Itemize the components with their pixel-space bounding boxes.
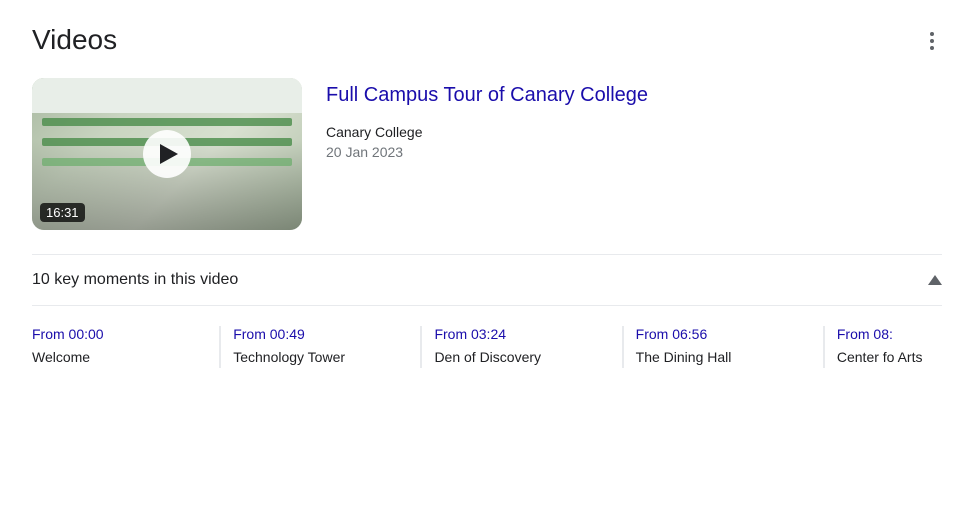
chevron-up-icon bbox=[928, 275, 942, 285]
moment-label: Den of Discovery bbox=[434, 348, 609, 368]
play-button[interactable] bbox=[143, 130, 191, 178]
moment-item-partial: From 08: Center fo Arts bbox=[823, 326, 942, 368]
moment-item: From 03:24 Den of Discovery bbox=[420, 326, 621, 368]
moment-time[interactable]: From 00:00 bbox=[32, 326, 207, 342]
video-channel: Canary College bbox=[326, 124, 942, 140]
moment-time[interactable]: From 03:24 bbox=[434, 326, 609, 342]
video-duration: 16:31 bbox=[40, 203, 85, 222]
video-title-link[interactable]: Full Campus Tour of Canary College bbox=[326, 82, 942, 108]
video-thumbnail[interactable]: 16:31 bbox=[32, 78, 302, 230]
videos-header: Videos bbox=[32, 24, 942, 58]
more-options-button[interactable] bbox=[922, 24, 942, 58]
moment-item: From 06:56 The Dining Hall bbox=[622, 326, 823, 368]
moment-item: From 00:49 Technology Tower bbox=[219, 326, 420, 368]
moment-item: From 00:00 Welcome bbox=[32, 326, 219, 368]
key-moments-toggle[interactable]: 10 key moments in this video bbox=[32, 254, 942, 306]
moment-label: Welcome bbox=[32, 348, 207, 368]
video-date: 20 Jan 2023 bbox=[326, 144, 942, 160]
moment-time[interactable]: From 06:56 bbox=[636, 326, 811, 342]
moments-grid: From 00:00 Welcome From 00:49 Technology… bbox=[32, 326, 942, 368]
key-moments-label: 10 key moments in this video bbox=[32, 271, 238, 289]
page-title: Videos bbox=[32, 24, 117, 56]
moment-time[interactable]: From 00:49 bbox=[233, 326, 408, 342]
video-info: Full Campus Tour of Canary College Canar… bbox=[326, 78, 942, 160]
moment-label: Technology Tower bbox=[233, 348, 408, 368]
play-icon bbox=[160, 144, 178, 164]
moment-time-partial[interactable]: From 08: bbox=[837, 326, 942, 342]
video-card: 16:31 Full Campus Tour of Canary College… bbox=[32, 78, 942, 230]
moment-label: The Dining Hall bbox=[636, 348, 811, 368]
moment-label-partial: Center fo Arts bbox=[837, 348, 942, 368]
